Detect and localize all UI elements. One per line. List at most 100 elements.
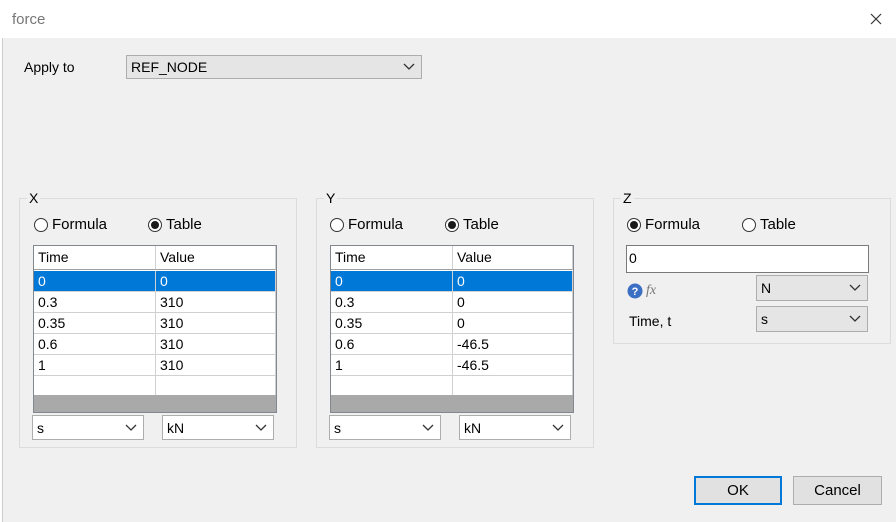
radio-checked-icon [627,217,641,232]
time-cell[interactable]: 0.3 [331,292,453,313]
z-table-label: Table [760,216,796,233]
grid-footer [331,395,573,412]
grid-footer [34,395,276,412]
z-time-unit-value: s [761,311,768,327]
cancel-button[interactable]: Cancel [793,476,882,505]
value-cell[interactable]: 310 [156,292,276,313]
chevron-down-icon [255,424,267,431]
column-header-value[interactable]: Value [453,246,573,270]
z-table-radio[interactable]: Table [742,216,796,233]
chevron-down-icon [552,424,564,431]
time-cell[interactable]: 1 [331,355,453,376]
value-cell[interactable]: 0 [453,313,573,334]
x-table-radio[interactable]: Table [148,216,202,233]
z-formula-radio[interactable]: Formula [627,216,700,233]
apply-to-value: REF_NODE [131,59,208,75]
table-row[interactable]: 0.35 0 [331,313,573,334]
time-cell[interactable]: 0 [331,271,453,292]
z-formula-label: Formula [645,216,701,233]
help-icon[interactable]: ? [627,283,643,299]
time-cell[interactable]: 0 [34,271,156,292]
window-title: force [12,11,46,28]
value-cell[interactable]: 0 [453,271,573,292]
value-cell[interactable] [156,376,276,397]
svg-text:?: ? [632,286,639,298]
radio-checked-icon [445,217,459,232]
ok-button[interactable]: OK [694,476,782,505]
time-cell[interactable]: 1 [34,355,156,376]
value-cell[interactable]: 310 [156,334,276,355]
close-icon [870,13,882,25]
y-formula-label: Formula [348,216,404,233]
radio-unchecked-icon [34,217,48,232]
table-row[interactable]: 0 0 [34,271,276,292]
radio-checked-icon [148,217,162,232]
chevron-down-icon [849,284,861,291]
x-table-label: Table [166,216,202,233]
y-table-radio[interactable]: Table [445,216,499,233]
time-cell[interactable]: 0.35 [331,313,453,334]
x-value-unit-dropdown[interactable]: kN [162,415,274,440]
column-header-time[interactable]: Time [331,246,453,270]
title-bar: force [0,0,896,38]
value-cell[interactable]: 0 [453,292,573,313]
value-cell[interactable]: 310 [156,313,276,334]
close-button[interactable] [862,6,890,32]
radio-unchecked-icon [742,217,756,232]
time-cell[interactable]: 0.6 [34,334,156,355]
table-row[interactable]: 0.35 310 [34,313,276,334]
value-cell[interactable] [453,376,573,397]
table-row[interactable] [331,376,573,397]
z-unit-value: N [761,280,772,296]
table-row[interactable]: 1 310 [34,355,276,376]
table-row[interactable]: 1 -46.5 [331,355,573,376]
column-header-time[interactable]: Time [34,246,156,270]
x-table-grid[interactable]: Time Value 0 0 0.3 310 0.35 310 0.6 310 … [33,245,277,413]
value-cell[interactable]: 0 [156,271,276,292]
time-cell[interactable]: 0.35 [34,313,156,334]
fx-label[interactable]: fx [646,283,656,299]
time-cell[interactable]: 0.3 [34,292,156,313]
y-value-unit-value: kN [464,419,482,436]
x-time-unit-dropdown[interactable]: s [32,415,144,440]
group-y-title: Y [324,190,338,206]
group-z-title: Z [621,190,634,206]
x-formula-radio[interactable]: Formula [34,216,107,233]
y-value-unit-dropdown[interactable]: kN [459,415,571,440]
table-row[interactable] [34,376,276,397]
z-unit-dropdown[interactable]: N [756,275,868,301]
y-table-grid[interactable]: Time Value 0 0 0.3 0 0.35 0 0.6 -46.5 1 … [330,245,574,413]
table-row[interactable]: 0.3 310 [34,292,276,313]
z-time-unit-dropdown[interactable]: s [756,306,868,332]
apply-to-dropdown[interactable]: REF_NODE [126,55,422,79]
chevron-down-icon [422,424,434,431]
y-time-unit-dropdown[interactable]: s [329,415,441,440]
table-row[interactable]: 0.3 0 [331,292,573,313]
time-cell[interactable] [34,376,156,397]
y-formula-radio[interactable]: Formula [330,216,403,233]
chevron-down-icon [125,424,137,431]
value-cell[interactable]: 310 [156,355,276,376]
table-header: Time Value [34,246,276,270]
x-value-unit-value: kN [167,419,185,436]
value-cell[interactable]: -46.5 [453,334,573,355]
table-row[interactable]: 0.6 -46.5 [331,334,573,355]
y-time-unit-value: s [334,419,341,436]
radio-unchecked-icon [330,217,344,232]
chevron-down-icon [849,315,861,322]
value-cell[interactable]: -46.5 [453,355,573,376]
time-cell[interactable]: 0.6 [331,334,453,355]
table-row[interactable]: 0 0 [331,271,573,292]
time-label: Time, t [629,313,672,329]
column-header-value[interactable]: Value [156,246,276,270]
formula-help[interactable]: ? fx [627,283,656,299]
x-time-unit-value: s [37,419,44,436]
z-formula-input[interactable]: 0 [626,245,869,273]
chevron-down-icon [403,63,415,70]
y-table-label: Table [463,216,499,233]
table-row[interactable]: 0.6 310 [34,334,276,355]
time-cell[interactable] [331,376,453,397]
apply-to-label: Apply to [24,59,75,75]
x-formula-label: Formula [52,216,108,233]
group-x-title: X [27,190,41,206]
